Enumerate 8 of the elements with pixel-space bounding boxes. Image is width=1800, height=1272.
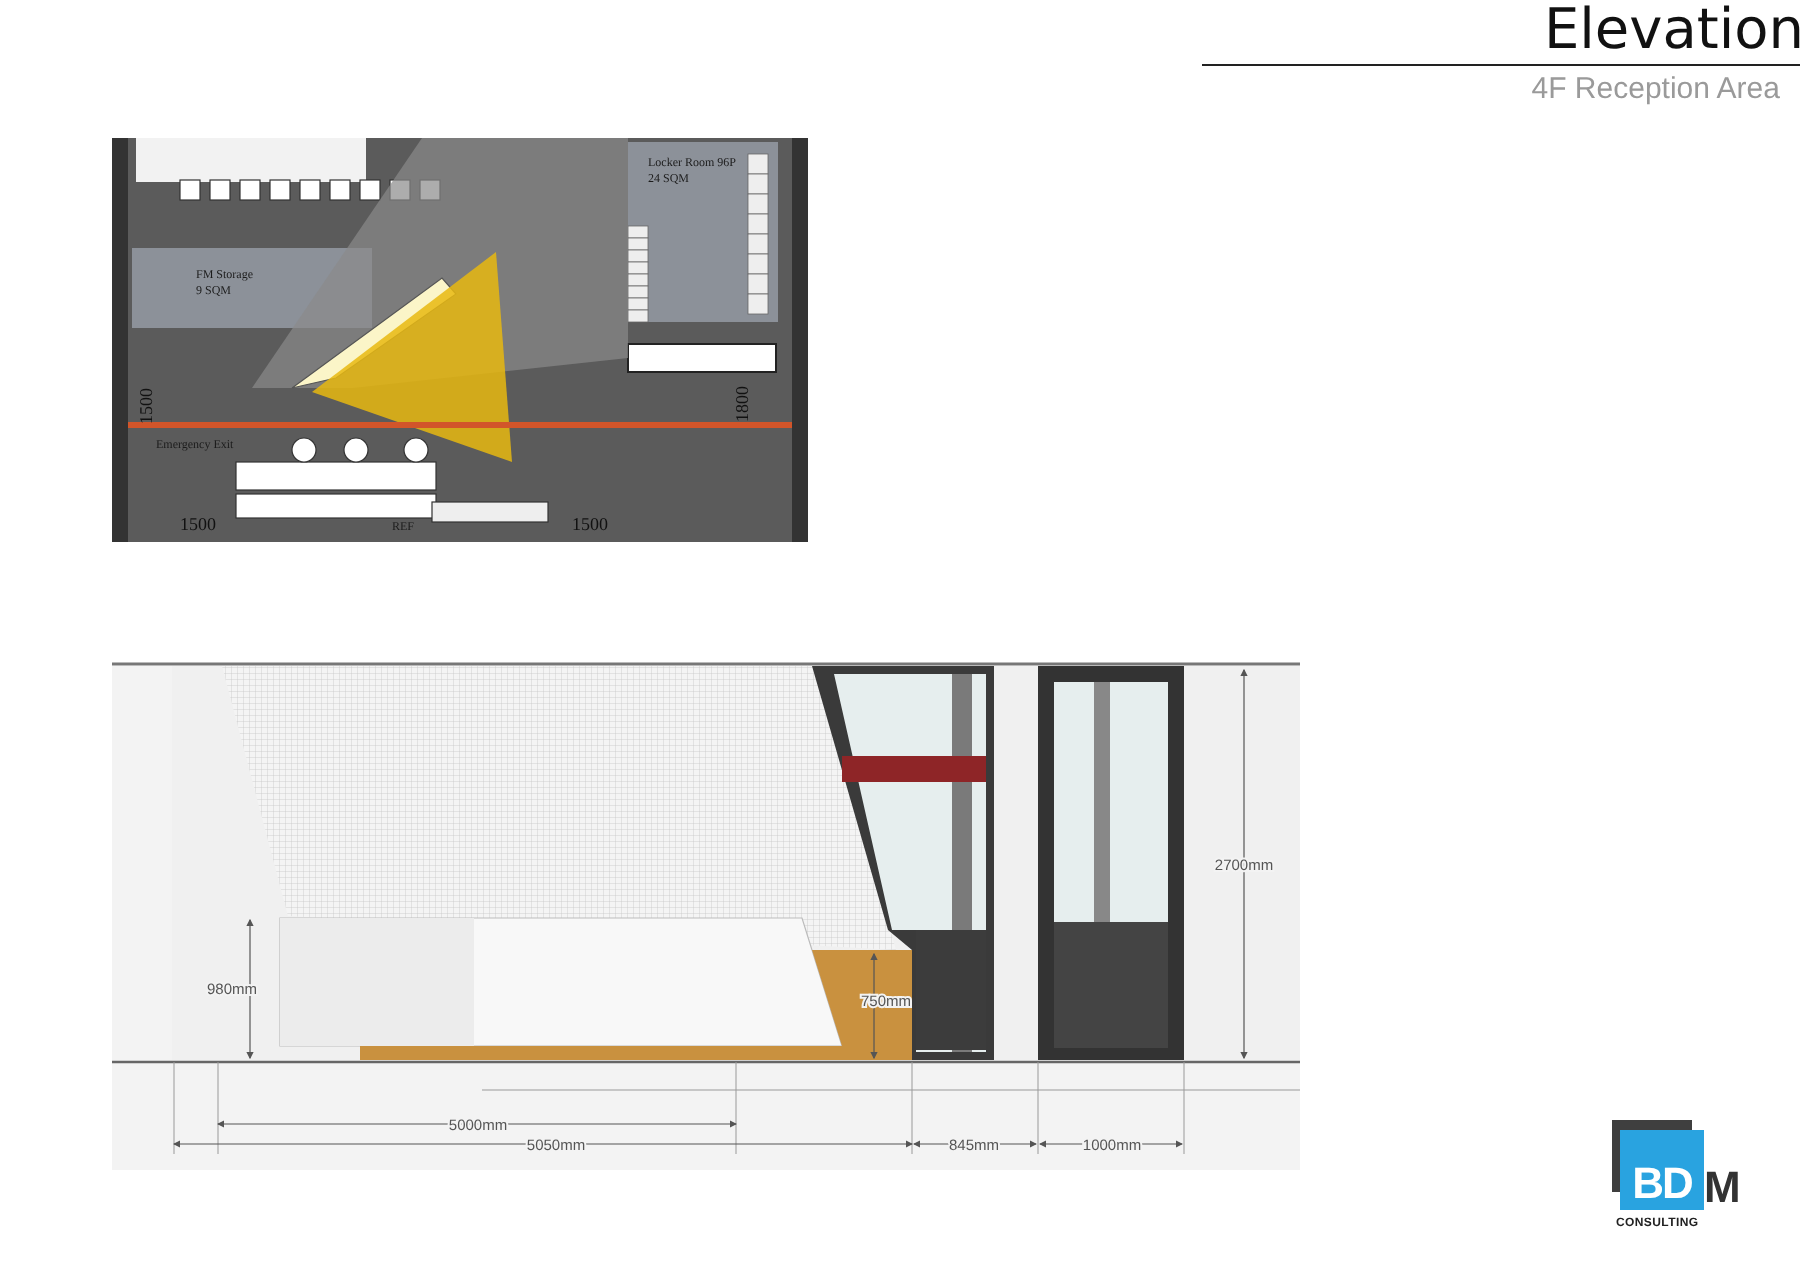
logo-letters: BD: [1620, 1130, 1704, 1210]
logo-letter: M: [1704, 1166, 1741, 1210]
dimension-label: 1500: [136, 388, 156, 424]
dimension-label: 1500: [180, 514, 216, 534]
dimension-label: 1500: [572, 514, 608, 534]
slide-title: Elevation: [1543, 0, 1800, 60]
dimension-label: 1800: [732, 386, 752, 422]
slide-subtitle: 4F Reception Area: [1531, 72, 1780, 106]
